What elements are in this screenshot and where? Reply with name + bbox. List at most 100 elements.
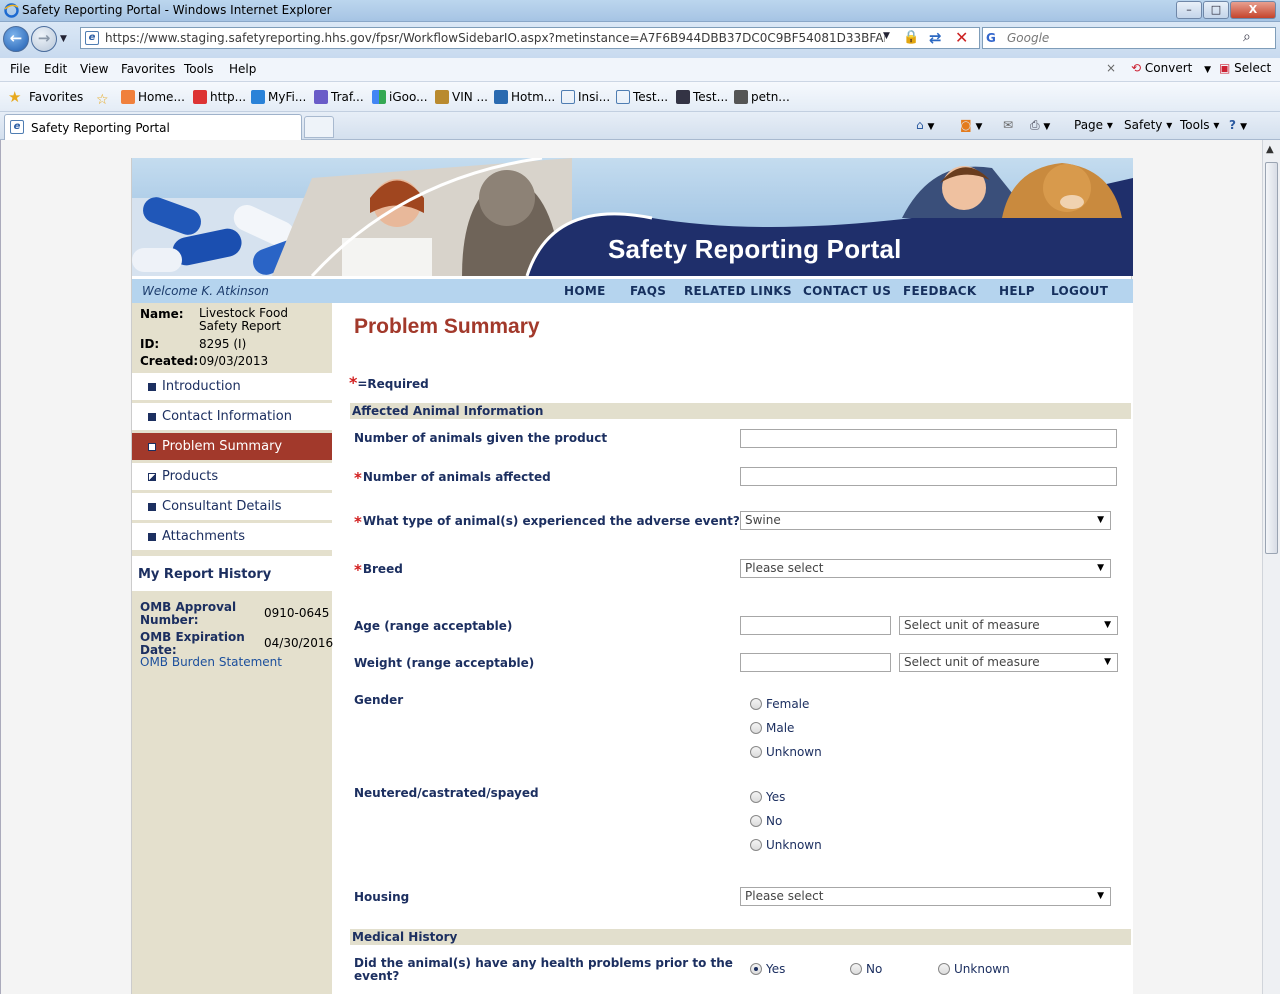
home-site-icon [121,90,135,104]
favorites-button[interactable]: Favorites [29,90,83,104]
menu-help[interactable]: Help [229,62,256,76]
age-input[interactable] [740,616,891,635]
menu-view[interactable]: View [80,62,108,76]
search-icon[interactable]: ⌕ [1243,29,1251,45]
report-history-link[interactable]: My Report History [132,556,332,591]
search-placeholder[interactable]: Google [1007,31,1049,45]
prior-option-unknown[interactable]: Unknown [938,962,1010,976]
address-dropdown-icon[interactable]: ▼ [883,31,890,41]
radio-button[interactable] [750,698,762,710]
label-housing: Housing [354,890,410,904]
fav-link-home[interactable]: Home... [121,90,185,104]
neutered-option-yes[interactable]: Yes [750,790,785,804]
nav-help[interactable]: HELP [999,284,1035,298]
sidebar-item-attachments[interactable]: Attachments [132,522,332,550]
recent-pages-dropdown-icon[interactable]: ▼ [60,34,67,44]
radio-button[interactable] [750,722,762,734]
convert-button[interactable]: ⟲ Convert ▼ [1131,61,1211,75]
select-button[interactable]: ▣ Select [1219,61,1271,75]
fav-link-igoo[interactable]: iGoo... [372,90,428,104]
safety-menu-button[interactable]: Safety ▾ [1124,118,1172,132]
stop-icon[interactable]: ✕ [955,28,968,47]
weight-unit-select[interactable]: Select unit of measure ▼ [899,653,1118,672]
fav-link-insi[interactable]: Insi... [561,90,610,104]
fav-link-hotm[interactable]: Hotm... [494,90,555,104]
age-unit-select[interactable]: Select unit of measure ▼ [899,616,1118,635]
close-window-button[interactable]: X [1230,1,1276,19]
housing-select[interactable]: Please select ▼ [740,887,1111,906]
lock-icon[interactable]: 🔒 [903,30,919,45]
nav-contact-us[interactable]: CONTACT US [803,284,891,298]
neutered-option-unknown[interactable]: Unknown [750,838,822,852]
weight-input[interactable] [740,653,891,672]
neutered-option-no[interactable]: No [750,814,782,828]
radio-button[interactable] [850,963,862,975]
prior-option-no[interactable]: No [850,962,882,976]
omb-burden-link[interactable]: OMB Burden Statement [140,655,282,669]
nav-feedback[interactable]: FEEDBACK [903,284,977,298]
nav-related-links[interactable]: RELATED LINKS [684,284,792,298]
nav-home[interactable]: HOME [564,284,606,298]
back-button[interactable]: ← [3,26,29,52]
fav-link-petn[interactable]: petn... [734,90,790,104]
tools-menu-button[interactable]: Tools ▾ [1180,118,1219,132]
fav-link-traf[interactable]: Traf... [314,90,364,104]
sidebar-item-introduction[interactable]: Introduction [132,372,332,400]
animals-affected-input[interactable] [740,467,1117,486]
fav-link-http[interactable]: http... [193,90,246,104]
sidebar-item-products[interactable]: Products [132,462,332,490]
radio-button[interactable] [750,746,762,758]
menu-favorites[interactable]: Favorites [121,62,175,76]
scrollbar-thumb[interactable] [1265,162,1278,554]
sidebar-item-problem-summary[interactable]: Problem Summary [132,432,332,460]
fav-link-myfi[interactable]: MyFi... [251,90,306,104]
convert-dropdown-icon[interactable]: ▼ [1204,65,1211,75]
report-name-value: Livestock Food Safety Report [199,306,288,333]
prior-option-yes[interactable]: Yes [750,962,785,976]
label-breed: *Breed [354,561,403,579]
gender-option-unknown[interactable]: Unknown [750,745,822,759]
fav-link-vin[interactable]: VIN ... [435,90,488,104]
radio-button[interactable] [750,815,762,827]
search-box[interactable]: G Google ⌕ [982,27,1276,49]
bullet-icon [148,383,156,391]
new-tab-button[interactable] [304,116,334,138]
radio-button-selected[interactable] [750,963,762,975]
page-menu-button[interactable]: Page ▾ [1074,118,1113,132]
nav-faqs[interactable]: FAQS [630,284,666,298]
help-icon[interactable]: ? ▼ [1229,118,1247,132]
gender-option-female[interactable]: Female [750,697,809,711]
close-toolbar-icon[interactable]: × [1106,61,1116,75]
mail-icon[interactable]: ✉ [1003,118,1013,132]
animal-type-select[interactable]: Swine ▼ [740,511,1111,530]
home-icon[interactable]: ⌂ ▼ [916,118,934,132]
sidebar-item-consultant-details[interactable]: Consultant Details [132,492,332,520]
address-bar[interactable]: e https://www.staging.safetyreporting.hh… [80,27,980,49]
print-icon[interactable]: ⎙ ▼ [1030,118,1050,133]
fav-link-test-1[interactable]: Test... [616,90,668,104]
radio-button[interactable] [938,963,950,975]
site-icon [435,90,449,104]
menu-file[interactable]: File [10,62,30,76]
menu-edit[interactable]: Edit [44,62,67,76]
add-favorite-icon[interactable]: ☆ [96,90,113,108]
fav-link-test-2[interactable]: Test... [676,90,728,104]
breed-select[interactable]: Please select ▼ [740,559,1111,578]
radio-button[interactable] [750,791,762,803]
minimize-button[interactable]: – [1176,1,1202,19]
menu-tools[interactable]: Tools [184,62,214,76]
forward-button[interactable]: → [31,26,57,52]
sidebar-item-contact-information[interactable]: Contact Information [132,402,332,430]
refresh-icon[interactable]: ⇄ [929,29,947,47]
url-text[interactable]: https://www.staging.safetyreporting.hhs.… [105,31,885,45]
tab-safety-reporting-portal[interactable]: e Safety Reporting Portal [4,114,302,140]
feeds-icon[interactable]: ◙ ▼ [960,118,982,132]
nav-logout[interactable]: LOGOUT [1051,284,1108,298]
maximize-button[interactable]: □ [1203,1,1229,19]
label-animals-given: Number of animals given the product [354,431,608,445]
radio-button[interactable] [750,839,762,851]
scroll-up-icon[interactable]: ▲ [1266,144,1274,155]
vertical-scrollbar[interactable]: ▲ [1262,140,1280,994]
gender-option-male[interactable]: Male [750,721,794,735]
animals-given-input[interactable] [740,429,1117,448]
